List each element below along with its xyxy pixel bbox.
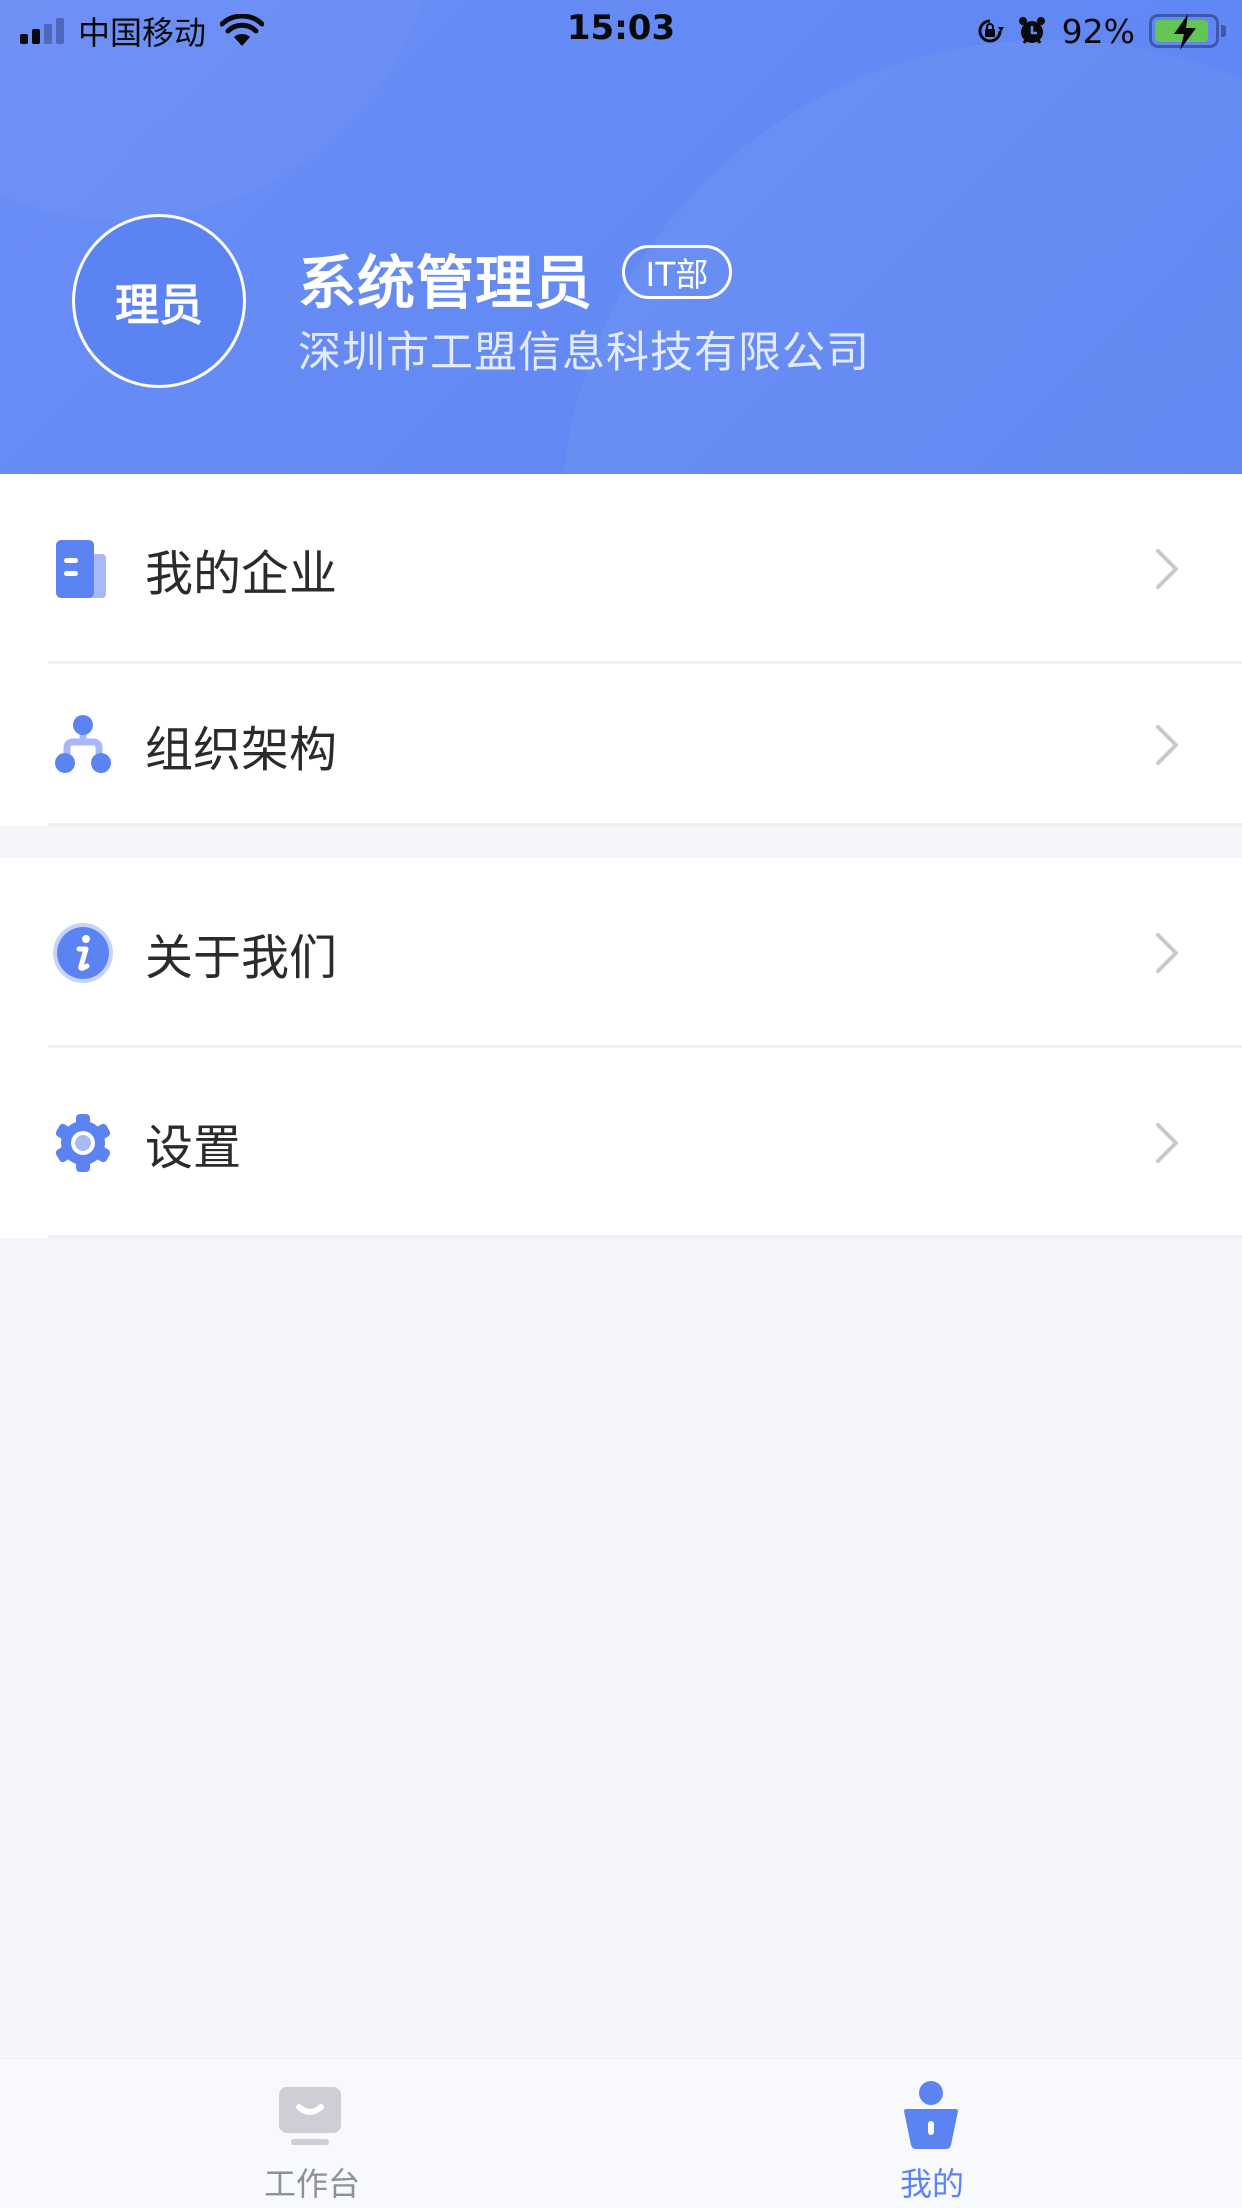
- battery-charging-icon: [1149, 14, 1219, 50]
- orientation-lock-icon: [978, 19, 1004, 43]
- info-icon: [53, 923, 113, 983]
- avatar[interactable]: 理员: [72, 214, 246, 388]
- chevron-right-icon: [1156, 549, 1178, 589]
- tab-workbench[interactable]: 工作台: [0, 2059, 621, 2208]
- divider: [48, 1235, 1242, 1238]
- menu-label: 我的企业: [145, 546, 338, 602]
- chevron-right-icon: [1156, 725, 1178, 765]
- menu-label: 组织架构: [145, 722, 338, 778]
- tab-label: 我的: [900, 2165, 965, 2203]
- gear-icon: [55, 1114, 111, 1172]
- avatar-text: 理员: [115, 280, 203, 331]
- menu-label: 设置: [145, 1120, 242, 1176]
- menu-label: 关于我们: [145, 930, 338, 986]
- chevron-right-icon: [1156, 1123, 1178, 1163]
- tab-label: 工作台: [264, 2165, 361, 2203]
- chevron-right-icon: [1156, 933, 1178, 973]
- user-name: 系统管理员: [298, 249, 594, 317]
- company-name: 深圳市工盟信息科技有限公司: [298, 328, 870, 378]
- battery-percent: 92%: [1061, 11, 1135, 51]
- menu-item-about-us[interactable]: 关于我们: [0, 858, 1242, 1048]
- divider: [48, 823, 1242, 826]
- status-bar: 中国移动 15:03 92%: [0, 0, 1242, 62]
- tab-bar: 工作台 我的: [0, 2058, 1242, 2208]
- org-chart-icon: [55, 715, 111, 773]
- menu-group-general: 关于我们 设置: [0, 858, 1242, 1238]
- alarm-icon: [1018, 17, 1045, 44]
- building-icon: [56, 540, 106, 598]
- department-badge: IT部: [622, 245, 732, 299]
- menu-item-my-enterprise[interactable]: 我的企业: [0, 474, 1242, 664]
- menu-item-settings[interactable]: 设置: [0, 1048, 1242, 1238]
- battery-tip: [1221, 25, 1226, 37]
- menu-item-org-structure[interactable]: 组织架构: [0, 664, 1242, 826]
- profile-header: 中国移动 15:03 92% 理员 系统管理员 IT部 深圳市工盟信息科技有限公…: [0, 0, 1242, 474]
- menu-group-enterprise: 我的企业 组织架构: [0, 474, 1242, 826]
- user-icon: [904, 2081, 958, 2149]
- workbench-icon: [279, 2087, 341, 2145]
- tab-mine[interactable]: 我的: [621, 2059, 1242, 2208]
